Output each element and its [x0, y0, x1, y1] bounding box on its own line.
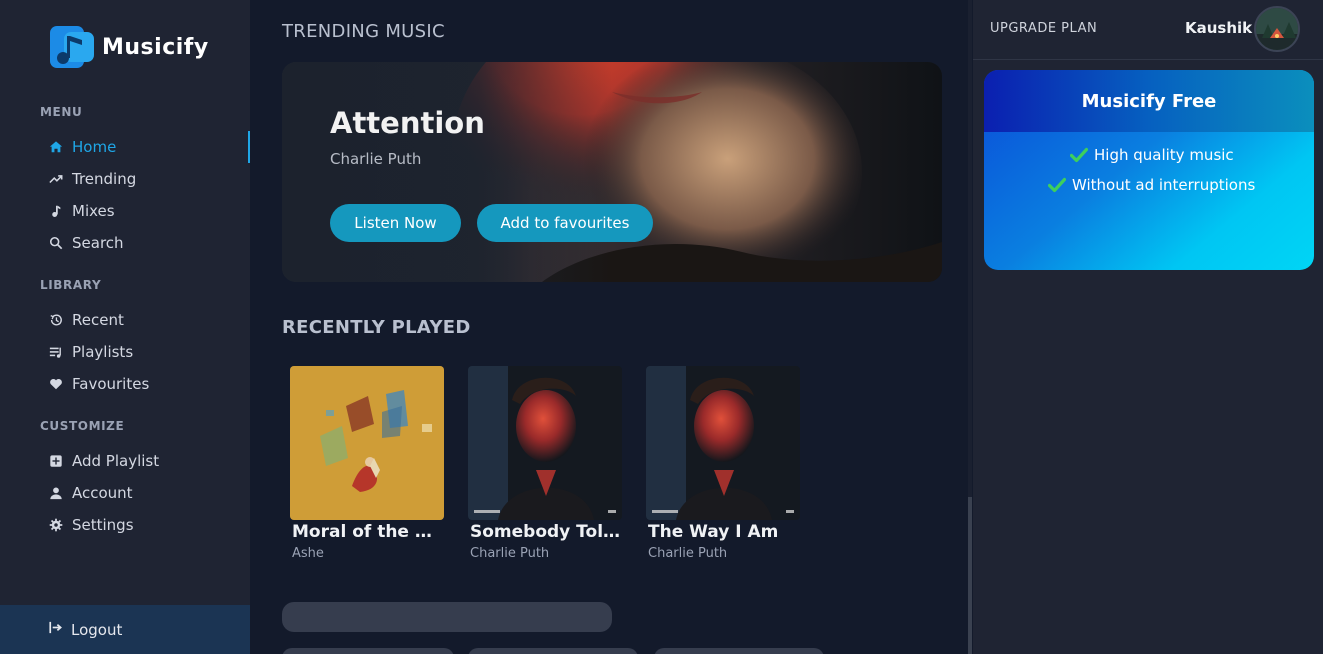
add-to-favourites-button[interactable]: Add to favourites [477, 204, 653, 242]
heart-icon [48, 376, 64, 392]
avatar[interactable] [1254, 6, 1300, 52]
music-note-icon [48, 203, 64, 219]
hero-artist: Charlie Puth [330, 150, 422, 168]
recently-played-heading: RECENTLY PLAYED [282, 317, 471, 338]
sidebar-item-add-playlist[interactable]: Add Playlist [48, 449, 250, 473]
sidebar-item-label: Favourites [72, 375, 150, 393]
album-cover [468, 366, 622, 520]
loading-skeleton [282, 602, 612, 632]
checkmark-icon [1048, 177, 1066, 193]
sidebar-item-label: Add Playlist [72, 452, 160, 470]
listen-now-button[interactable]: Listen Now [330, 204, 461, 242]
card-title: The Way I Am [648, 522, 779, 542]
sidebar-item-favourites[interactable]: Favourites [48, 372, 250, 396]
trending-heading: TRENDING MUSIC [282, 21, 445, 42]
sidebar-item-settings[interactable]: Settings [48, 513, 250, 537]
loading-skeleton [468, 648, 638, 654]
sidebar-item-playlists[interactable]: Playlists [48, 340, 250, 364]
musicify-logo-icon [50, 26, 94, 68]
card-title: Somebody Told ... [470, 522, 622, 542]
sidebar: Musicify MENU Home Trending Mixes Search… [0, 0, 250, 654]
sidebar-item-label: Playlists [72, 343, 134, 361]
sidebar-item-home[interactable]: Home [48, 135, 250, 159]
sidebar-item-recent[interactable]: Recent [48, 308, 250, 332]
sidebar-item-trending[interactable]: Trending [48, 167, 250, 191]
scrollbar-thumb[interactable] [968, 497, 972, 654]
main-content: TRENDING MUSIC Attention Charlie Puth Li… [250, 0, 970, 654]
username: Kaushik [1185, 19, 1253, 37]
card-title: Moral of the Sto... [292, 522, 444, 542]
sidebar-item-mixes[interactable]: Mixes [48, 199, 250, 223]
right-panel: UPGRADE PLAN Kaushik Musicify Free High [973, 0, 1323, 654]
hero-title: Attention [330, 106, 485, 140]
hero-artwork [282, 62, 942, 282]
plan-card[interactable]: Musicify Free High quality music Without… [984, 70, 1314, 270]
sidebar-item-label: Account [72, 484, 133, 502]
sidebar-item-label: Mixes [72, 202, 115, 220]
recent-card[interactable]: Moral of the Sto... Ashe [282, 366, 444, 561]
sidebar-item-account[interactable]: Account [48, 481, 250, 505]
plan-feature: Without ad interruptions [1048, 176, 1255, 194]
card-artist: Charlie Puth [470, 546, 550, 561]
history-icon [48, 312, 64, 328]
section-label-menu: MENU [40, 105, 83, 119]
brand[interactable]: Musicify [48, 24, 209, 70]
sidebar-item-label: Settings [72, 516, 134, 534]
search-icon [48, 235, 64, 251]
album-cover [290, 366, 444, 520]
add-box-icon [48, 453, 64, 469]
sidebar-item-label: Home [72, 138, 117, 156]
sidebar-item-label: Search [72, 234, 124, 252]
logout-icon [48, 620, 63, 639]
card-artist: Charlie Puth [648, 546, 728, 561]
user-icon [48, 485, 64, 501]
logout-button[interactable]: Logout [0, 605, 250, 654]
logout-label: Logout [71, 620, 123, 639]
hero-banner[interactable]: Attention Charlie Puth Listen Now Add to… [282, 62, 942, 282]
plan-feature: High quality music [1070, 146, 1234, 164]
checkmark-icon [1070, 147, 1088, 163]
home-icon [48, 139, 64, 155]
brand-name: Musicify [102, 34, 209, 60]
recent-card[interactable]: Somebody Told ... Charlie Puth [460, 366, 622, 561]
gear-icon [48, 517, 64, 533]
trending-icon [48, 171, 64, 187]
album-cover [646, 366, 800, 520]
section-label-customize: CUSTOMIZE [40, 419, 125, 433]
plan-title: Musicify Free [1081, 90, 1217, 112]
plan-feature-text: High quality music [1094, 146, 1234, 164]
upgrade-plan-link[interactable]: UPGRADE PLAN [990, 21, 1097, 36]
loading-skeleton [282, 648, 454, 654]
right-panel-header: UPGRADE PLAN Kaushik [973, 0, 1323, 60]
playlist-icon [48, 344, 64, 360]
plan-header: Musicify Free [984, 70, 1314, 132]
recent-card[interactable]: The Way I Am Charlie Puth [638, 366, 800, 561]
section-label-library: LIBRARY [40, 278, 102, 292]
loading-skeleton [654, 648, 824, 654]
sidebar-item-label: Recent [72, 311, 124, 329]
plan-feature-text: Without ad interruptions [1072, 176, 1256, 194]
sidebar-item-search[interactable]: Search [48, 231, 250, 255]
card-artist: Ashe [292, 546, 324, 561]
sidebar-item-label: Trending [72, 170, 137, 188]
app-root: Musicify MENU Home Trending Mixes Search… [0, 0, 1323, 654]
